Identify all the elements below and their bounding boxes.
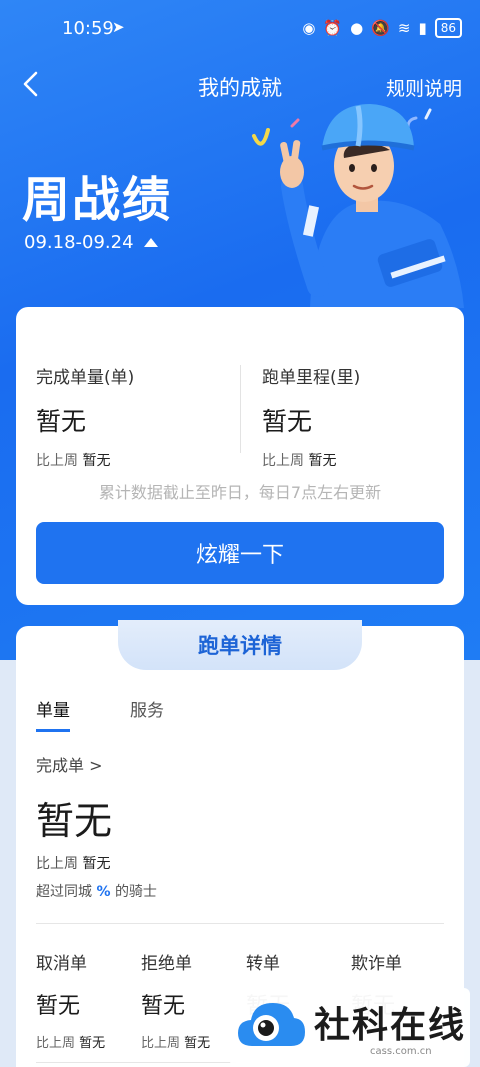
status-bar: 10:59 ➤ ◉ ⏰ ● 🔕 ≋ ▮ 86 (0, 0, 480, 58)
mileage-stat: 跑单里程(里) 暂无 比上周 暂无 (262, 363, 360, 470)
signal-icon: ▮ (418, 19, 427, 37)
eye-icon: ◉ (302, 19, 316, 37)
stat-label: 转单 (246, 954, 280, 974)
navigation-arrow-icon: ➤ (112, 18, 125, 36)
stat-label: 跑单里程(里) (262, 368, 361, 388)
exceed-percent: % (96, 884, 111, 900)
exceed-riders-text: 超过同城 % 的骑士 (36, 881, 157, 901)
completed-orders-stat: 完成单量(单) 暂无 比上周 暂无 (36, 363, 134, 470)
cancelled-orders-stat[interactable]: 取消单 暂无 比上周 暂无 (36, 949, 141, 1051)
tab-order-count[interactable]: 单量 (36, 696, 70, 732)
watermark-text: 社科在线 (314, 1005, 467, 1046)
compare-prefix: 比上周 (141, 1036, 181, 1051)
status-time: 10:59 (62, 18, 114, 39)
stat-value: 暂无 (262, 407, 313, 436)
compare-value: 暂无 (82, 856, 111, 872)
watermark: 社科在线 cass.com.cn (230, 988, 470, 1067)
tab-service[interactable]: 服务 (130, 696, 164, 732)
divider (36, 923, 444, 924)
date-range-text: 09.18-09.24 (24, 232, 134, 253)
compare-value: 暂无 (82, 453, 111, 469)
stat-divider (240, 365, 241, 453)
weekly-summary-card: 完成单量(单) 暂无 比上周 暂无 跑单里程(里) 暂无 比上周 暂无 累计数据… (16, 307, 464, 605)
exceed-prefix: 超过同城 (36, 884, 92, 900)
rider-illustration (252, 104, 464, 308)
mute-icon: 🔕 (371, 19, 390, 37)
battery-icon: 86 (434, 18, 462, 38)
details-tabs: 单量 服务 (36, 696, 164, 732)
compare-prefix: 比上周 (36, 453, 78, 469)
compare-prefix: 比上周 (36, 1036, 76, 1051)
triangle-up-icon (143, 238, 158, 247)
stat-compare: 比上周 暂无 (36, 1032, 141, 1051)
show-off-button[interactable]: 炫耀一下 (36, 522, 444, 584)
stat-value: 暂无 (36, 994, 81, 1019)
stat-compare: 比上周 暂无 (36, 450, 134, 470)
exceed-suffix: 的骑士 (114, 884, 157, 900)
compare-value: 暂无 (79, 1036, 106, 1051)
stat-label: 完成单量(单) (36, 368, 135, 388)
compare-value: 暂无 (184, 1036, 211, 1051)
status-icons: ◉ ⏰ ● 🔕 ≋ ▮ 86 (302, 18, 462, 38)
stat-compare: 比上周 暂无 (262, 450, 360, 470)
compare-prefix: 比上周 (36, 856, 78, 872)
weekly-record-title: 周战绩 (22, 172, 173, 228)
stat-value: 暂无 (36, 407, 87, 436)
details-header: 跑单详情 (118, 620, 362, 670)
completed-orders-value: 暂无 (36, 799, 113, 843)
stat-label: 拒绝单 (141, 954, 192, 974)
compare-prefix: 比上周 (262, 453, 304, 469)
wifi-icon: ≋ (397, 19, 411, 37)
completed-compare: 比上周 暂无 (36, 853, 110, 873)
alarm-icon: ⏰ (323, 19, 343, 37)
cloud-eye-logo-icon (238, 1003, 305, 1046)
divider (36, 1062, 236, 1063)
location-icon: ● (350, 19, 364, 37)
update-note: 累计数据截止至昨日，每日7点左右更新 (98, 483, 382, 502)
stat-label: 欺诈单 (351, 954, 402, 974)
completed-orders-link[interactable]: 完成单 > (36, 752, 103, 776)
compare-value: 暂无 (308, 453, 337, 469)
stat-label: 取消单 (36, 954, 87, 974)
watermark-url: cass.com.cn (370, 1046, 432, 1057)
date-range-selector[interactable]: 09.18-09.24 (24, 232, 158, 253)
